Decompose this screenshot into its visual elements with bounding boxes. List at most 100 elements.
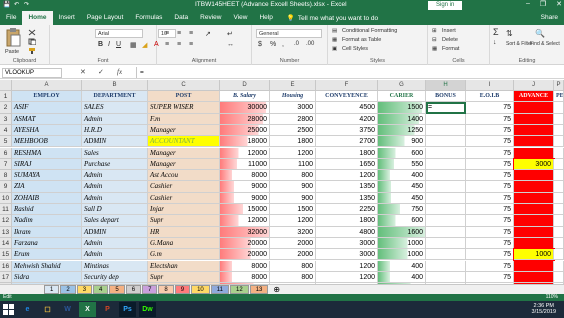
row-header[interactable]: 12 (0, 215, 12, 227)
fill-icon[interactable]: ↓ (493, 39, 497, 46)
increase-decimal-icon[interactable]: .0 (294, 41, 299, 47)
table-cell[interactable]: Manager (148, 124, 220, 137)
table-cell[interactable] (426, 260, 466, 272)
table-cell[interactable]: 1400 (378, 113, 426, 125)
table-cell[interactable]: 1000 (378, 249, 426, 261)
table-cell[interactable]: Admin (82, 192, 148, 204)
table-cell[interactable]: ACCOUNTANT (148, 136, 220, 148)
sheet-tab[interactable]: 6 (125, 285, 142, 294)
table-cell[interactable]: 25000 (220, 124, 270, 137)
row-header[interactable]: 4 (0, 124, 12, 137)
sheet-tab[interactable]: 9 (174, 285, 191, 294)
row-header[interactable]: 11 (0, 204, 12, 216)
header-cell[interactable]: CONVEYENCE (316, 91, 378, 103)
table-cell[interactable]: H.R.D (82, 124, 148, 137)
table-cell[interactable]: 3000 (270, 102, 316, 114)
powerpoint-icon[interactable]: P (99, 302, 116, 317)
row-header[interactable]: 9 (0, 181, 12, 193)
header-cell[interactable]: POST (148, 91, 220, 103)
underline-button[interactable]: U (116, 41, 121, 48)
row-header[interactable]: 3 (0, 113, 12, 125)
header-cell[interactable]: EMPLOY (12, 91, 82, 103)
align-right-icon[interactable]: ≡ (189, 41, 193, 48)
table-cell[interactable] (554, 124, 564, 137)
column-header-f[interactable]: F (316, 80, 378, 91)
table-cell[interactable]: 2800 (270, 113, 316, 125)
table-cell[interactable]: 1800 (316, 215, 378, 227)
row-header[interactable]: 17 (0, 271, 12, 284)
lightbulb-icon[interactable]: 💡 (287, 14, 295, 22)
table-cell[interactable] (514, 226, 554, 238)
table-cell[interactable]: = (426, 102, 466, 114)
table-cell[interactable]: Injar (148, 204, 220, 216)
table-cell[interactable]: 75 (466, 124, 514, 137)
enter-icon[interactable]: ✓ (98, 68, 104, 76)
sign-in-button[interactable]: Sign in (428, 1, 463, 10)
table-cell[interactable]: 1100 (270, 158, 316, 171)
table-cell[interactable] (514, 271, 554, 284)
excel-icon[interactable]: X (79, 302, 96, 317)
row-header[interactable]: 16 (0, 260, 12, 272)
table-cell[interactable] (554, 192, 564, 204)
table-cell[interactable]: Admin (82, 170, 148, 182)
table-cell[interactable]: 900 (270, 181, 316, 193)
insert-icon[interactable]: ⊞ (432, 28, 437, 34)
table-cell[interactable]: 750 (378, 204, 426, 216)
word-icon[interactable]: W (59, 302, 76, 317)
dreamweaver-icon[interactable]: Dw (139, 302, 156, 317)
undo-icon[interactable]: ↶ (13, 2, 20, 9)
fill-color-icon[interactable]: ◢ (142, 41, 147, 49)
tab-formulas[interactable]: Formulas (129, 11, 168, 25)
table-cell[interactable]: 3000 (513, 157, 555, 172)
autosum-icon[interactable]: Σ (493, 27, 499, 37)
insert-function-icon[interactable]: fx (117, 68, 122, 76)
table-cell[interactable] (554, 237, 564, 250)
format-as-table-button[interactable]: Format as Table (342, 37, 381, 43)
table-cell[interactable]: Cashier (148, 192, 220, 204)
comma-style-icon[interactable]: , (282, 41, 284, 48)
sheet-tab[interactable]: 11 (210, 285, 230, 294)
table-cell[interactable] (514, 147, 554, 159)
table-cell[interactable] (426, 271, 466, 284)
table-cell[interactable]: ZIA (12, 181, 82, 193)
cancel-icon[interactable]: ✕ (80, 68, 86, 76)
percent-icon[interactable]: % (270, 41, 276, 48)
table-cell[interactable]: RESHMA (12, 147, 82, 159)
find-select-button[interactable]: Find & Select (530, 41, 560, 47)
table-cell[interactable] (514, 124, 554, 137)
sheet-tab[interactable]: 7 (142, 285, 158, 294)
table-cell[interactable]: Security dep (82, 271, 148, 284)
header-cell[interactable]: ADVANCE (514, 91, 554, 103)
sort-filter-icon[interactable]: ⇅ (506, 29, 513, 38)
row-header[interactable]: 15 (0, 249, 12, 261)
start-icon[interactable] (0, 302, 16, 317)
table-cell[interactable] (554, 113, 564, 125)
sheet-tab[interactable]: 1 (44, 285, 60, 294)
table-cell[interactable]: 30000 (220, 102, 270, 114)
table-cell[interactable]: 1200 (316, 271, 378, 284)
find-select-icon[interactable]: 🔍 (535, 29, 545, 38)
table-cell[interactable]: 1200 (316, 260, 378, 272)
paste-button[interactable]: Paste (5, 49, 19, 55)
format-as-table-icon[interactable]: ▦ (332, 37, 337, 43)
table-cell[interactable] (426, 237, 466, 250)
tab-view[interactable]: View (227, 11, 253, 25)
table-cell[interactable]: 1200 (270, 215, 316, 227)
row-header[interactable]: 10 (0, 192, 12, 204)
sheet-tab[interactable]: 3 (76, 285, 93, 294)
table-cell[interactable]: Purchase (82, 158, 148, 171)
table-cell[interactable]: Mintinas (82, 260, 148, 272)
table-cell[interactable]: 600 (378, 147, 426, 159)
table-cell[interactable] (554, 260, 564, 272)
table-cell[interactable]: 75 (466, 226, 514, 238)
row-header[interactable]: 13 (0, 226, 12, 238)
table-cell[interactable]: 1800 (316, 147, 378, 159)
borders-icon[interactable]: ▦ (130, 41, 137, 49)
table-cell[interactable]: Sidra (12, 271, 82, 284)
font-name-dropdown[interactable]: Arial (95, 29, 143, 38)
table-cell[interactable] (426, 113, 466, 125)
tab-data[interactable]: Data (168, 11, 194, 25)
minimize-button[interactable]: – (526, 0, 530, 8)
table-cell[interactable]: Mehwish Shahid (12, 260, 82, 272)
table-cell[interactable]: 12000 (220, 215, 270, 227)
